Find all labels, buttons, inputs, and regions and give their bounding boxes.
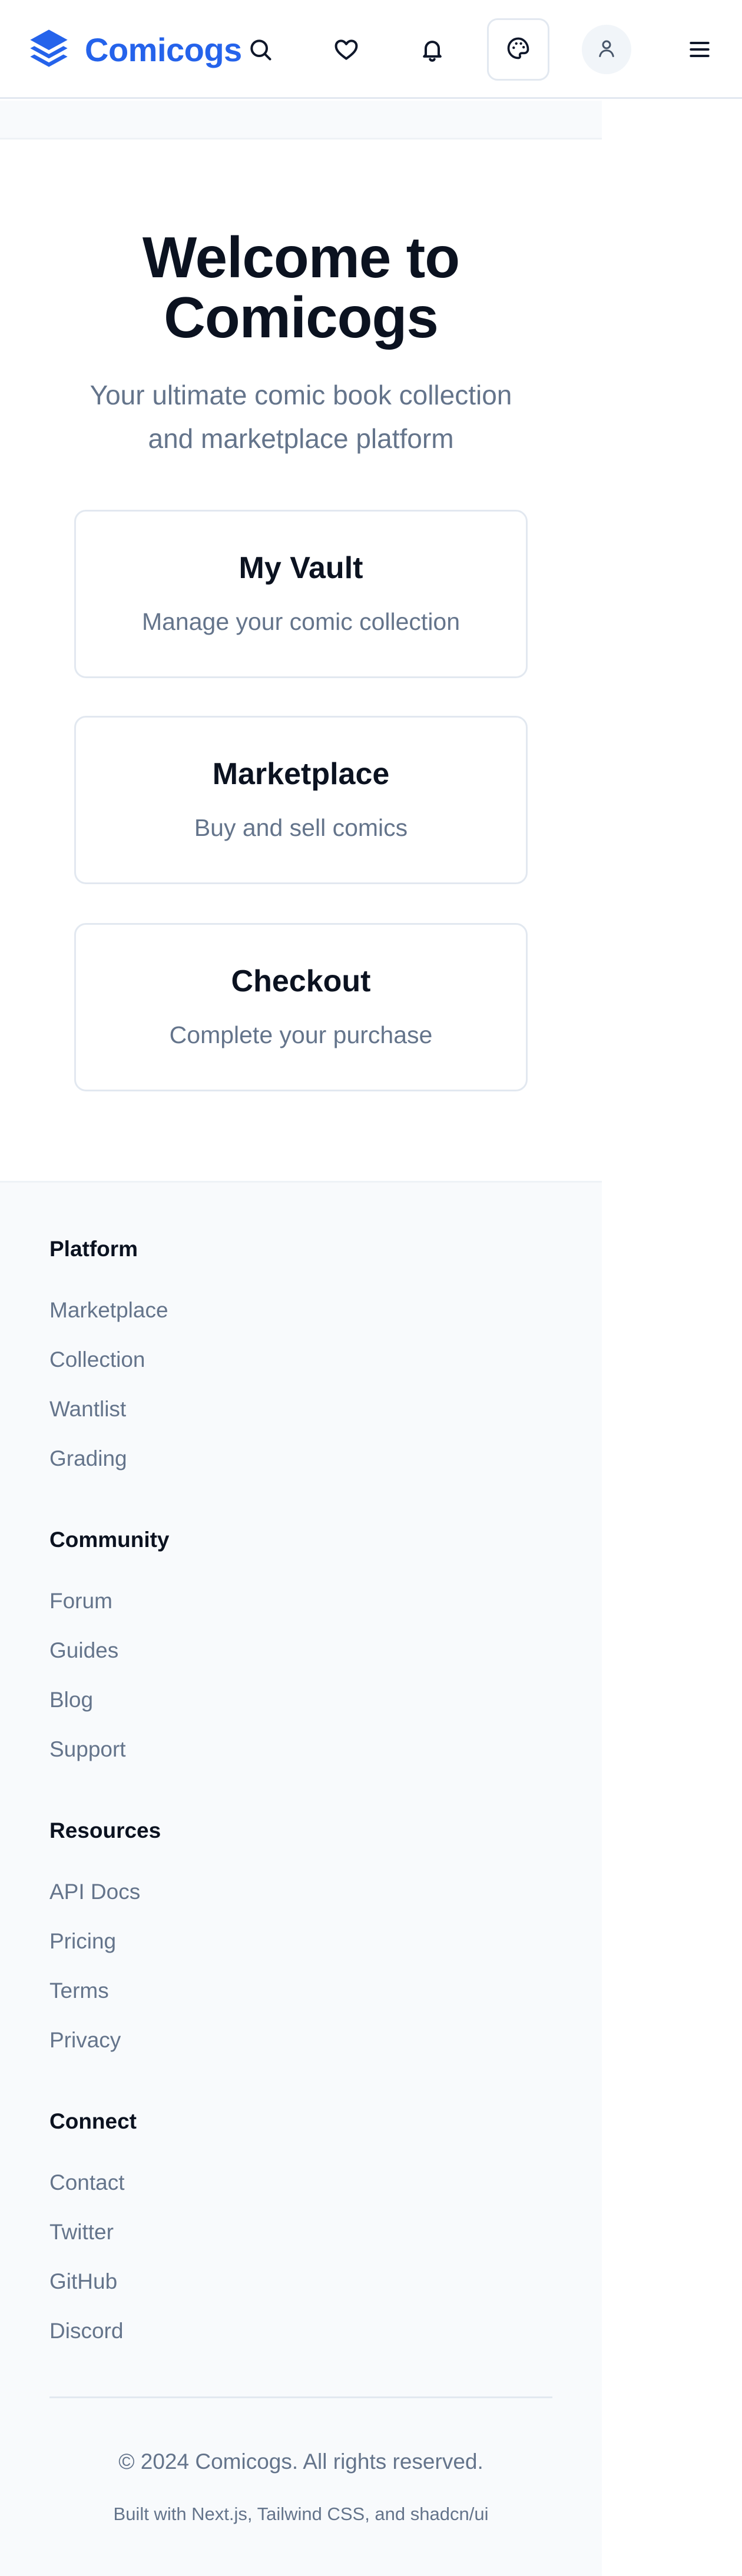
footer-heading-community: Community [49, 1528, 170, 1552]
my-vault-card[interactable]: My Vault Manage your comic collection [74, 510, 528, 678]
footer-heading-platform: Platform [49, 1237, 138, 1261]
user-icon [596, 38, 617, 62]
page-subtitle-line-1: Your ultimate comic book collection [90, 380, 512, 410]
footer-link-terms[interactable]: Terms [49, 1979, 109, 2003]
page-title-line-2: Comicogs [164, 285, 439, 350]
palette-icon [505, 35, 531, 64]
search-button[interactable] [246, 36, 274, 65]
heart-icon [333, 36, 359, 65]
brand-name: Comicogs [85, 31, 242, 68]
card-description: Buy and sell comics [194, 814, 408, 841]
theme-toggle-button[interactable] [487, 18, 549, 81]
footer-link-support[interactable]: Support [49, 1737, 126, 1762]
brand-logo-link[interactable]: Comicogs [26, 26, 242, 73]
card-description: Complete your purchase [169, 1021, 433, 1048]
bell-icon [419, 36, 445, 65]
footer-link-collection[interactable]: Collection [49, 1347, 145, 1372]
marketplace-card[interactable]: Marketplace Buy and sell comics [74, 716, 528, 884]
notifications-button[interactable] [418, 36, 446, 65]
card-description: Manage your comic collection [141, 608, 461, 635]
sub-navigation-bar [0, 101, 602, 140]
site-footer: Platform Marketplace Collection Wantlist… [0, 1181, 602, 2576]
card-title: Checkout [231, 964, 371, 998]
footer-link-wantlist[interactable]: Wantlist [49, 1397, 126, 1422]
user-menu-button[interactable] [582, 25, 631, 74]
card-title: My Vault [238, 551, 363, 585]
footer-link-privacy[interactable]: Privacy [49, 2028, 121, 2053]
footer-link-twitter[interactable]: Twitter [49, 2220, 114, 2245]
footer-link-blog[interactable]: Blog [49, 1688, 93, 1712]
footer-heading-resources: Resources [49, 1818, 161, 1843]
footer-link-discord[interactable]: Discord [49, 2319, 123, 2343]
page-title-line-1: Welcome to [142, 225, 460, 290]
wishlist-button[interactable] [332, 36, 360, 65]
checkout-card[interactable]: Checkout Complete your purchase [74, 923, 528, 1091]
footer-link-forum[interactable]: Forum [49, 1589, 112, 1614]
footer-heading-connect: Connect [49, 2109, 137, 2133]
footer-link-guides[interactable]: Guides [49, 1638, 118, 1663]
built-with-text: Built with Next.js, Tailwind CSS, and sh… [113, 2504, 489, 2524]
footer-link-marketplace[interactable]: Marketplace [49, 1298, 168, 1323]
menu-button[interactable] [685, 36, 714, 65]
footer-link-api-docs[interactable]: API Docs [49, 1880, 140, 1904]
site-header: Comicogs [0, 0, 742, 99]
footer-link-github[interactable]: GitHub [49, 2269, 117, 2294]
page-subtitle-line-2: and marketplace platform [148, 423, 454, 454]
copyright-text: © 2024 Comicogs. All rights reserved. [118, 2449, 483, 2474]
menu-icon [687, 36, 713, 65]
footer-link-contact[interactable]: Contact [49, 2170, 125, 2195]
layers-logo-icon [26, 26, 72, 74]
footer-divider [49, 2396, 552, 2398]
footer-link-pricing[interactable]: Pricing [49, 1929, 116, 1954]
footer-link-grading[interactable]: Grading [49, 1446, 127, 1471]
card-title: Marketplace [212, 757, 390, 791]
page-subtitle: Your ultimate comic book collection and … [59, 373, 543, 460]
page-title: Welcome to Comicogs [0, 227, 602, 347]
search-icon [247, 36, 273, 65]
